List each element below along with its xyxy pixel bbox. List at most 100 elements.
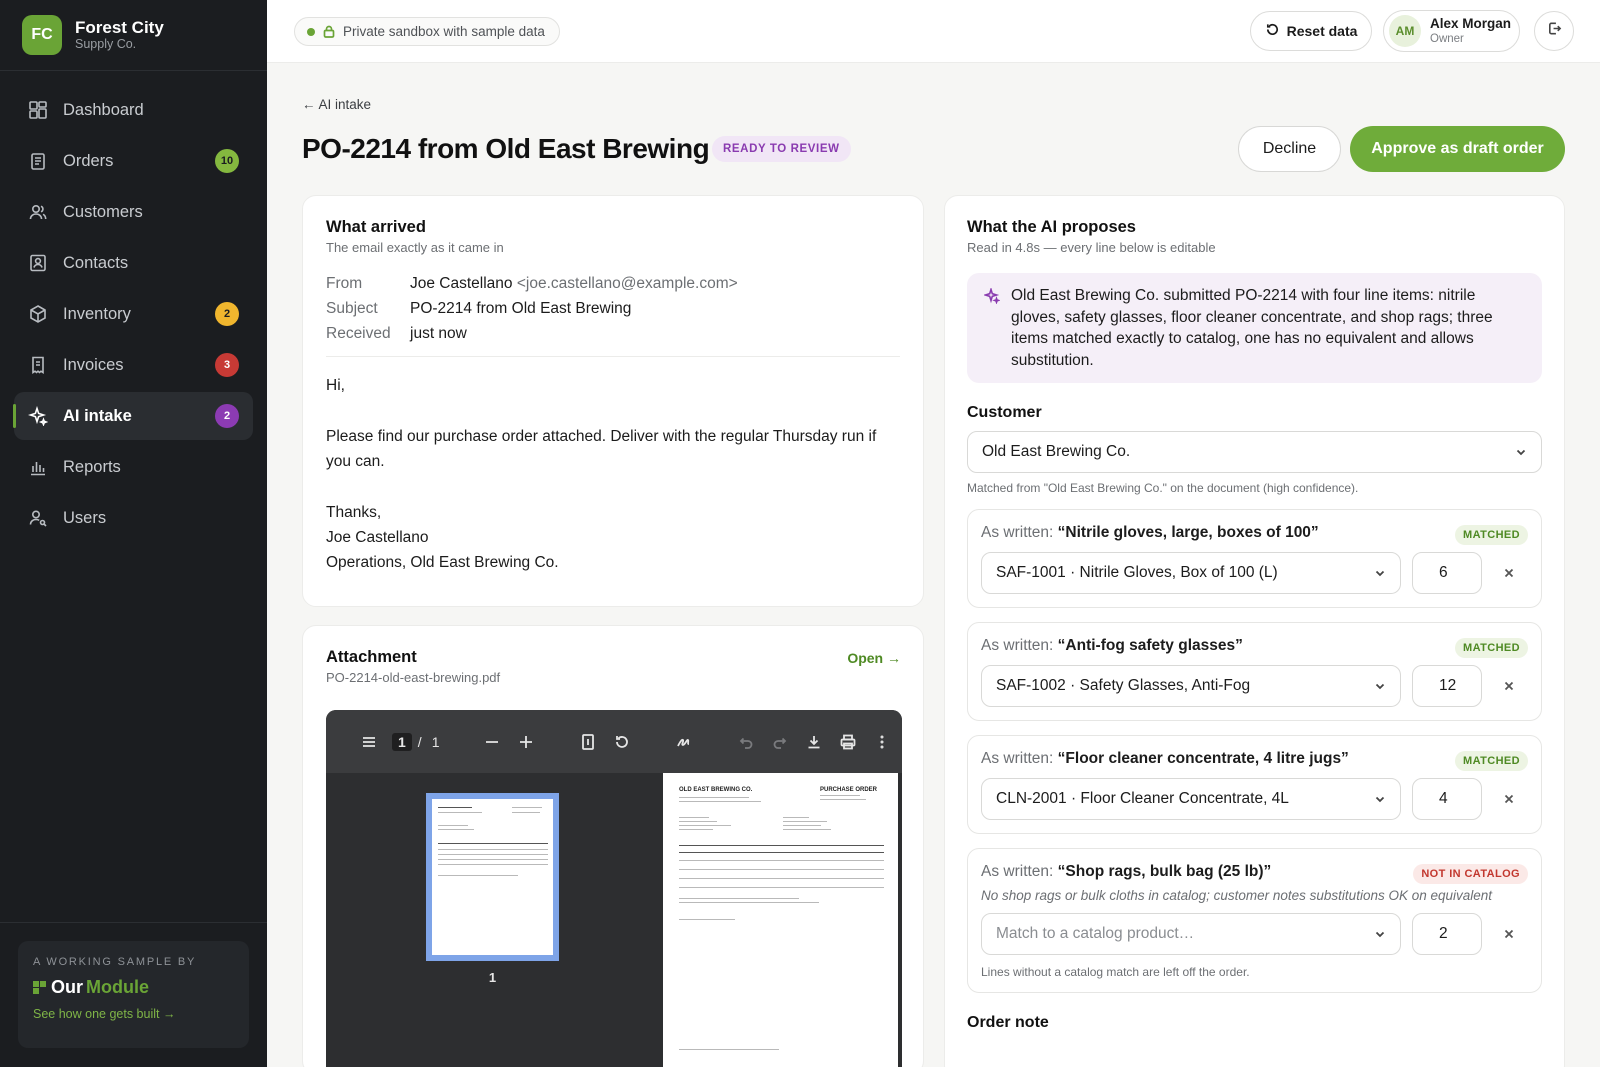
draw-icon[interactable]	[675, 732, 693, 752]
as-written-text: “Nitrile gloves, large, boxes of 100”	[1057, 524, 1319, 541]
doc-text-line	[783, 817, 809, 818]
doc-text-line	[679, 817, 709, 818]
sidebar-item-customers[interactable]: Customers	[14, 188, 253, 236]
product-select-placeholder: Match to a catalog product…	[996, 925, 1195, 942]
doc-company: OLD EAST BREWING CO.	[679, 787, 753, 793]
page-thumbnail[interactable]	[426, 793, 559, 961]
as-written-text: “Anti-fog safety glasses”	[1057, 637, 1243, 654]
quantity-input[interactable]: 12	[1412, 665, 1482, 707]
sparkle-icon	[28, 406, 48, 426]
redo-icon[interactable]	[771, 732, 789, 752]
customer-label: Customer	[967, 404, 1042, 421]
quantity-input[interactable]: 6	[1412, 552, 1482, 594]
sidebar-item-dashboard[interactable]: Dashboard	[14, 86, 253, 134]
sidebar-item-reports[interactable]: Reports	[14, 443, 253, 491]
sidebar-item-ai-intake[interactable]: AI intake 2	[13, 392, 253, 440]
ai-proposal-card: What the AI proposes Read in 4.8s — ever…	[944, 195, 1565, 1067]
quantity-input[interactable]: 2	[1412, 913, 1482, 955]
receipt-icon	[28, 355, 48, 375]
zoom-out-icon[interactable]	[483, 732, 501, 752]
sidebar-item-label: Orders	[63, 151, 114, 170]
thumb-text-line	[438, 812, 482, 813]
from-address: <joe.castellano@example.com>	[516, 275, 738, 292]
doc-table-row	[679, 878, 884, 879]
approve-button[interactable]: Approve as draft order	[1350, 126, 1565, 172]
quantity-input[interactable]: 4	[1412, 778, 1482, 820]
status-badge: READY TO REVIEW	[712, 136, 851, 162]
logout-button[interactable]	[1534, 11, 1574, 51]
line-item-controls: Match to a catalog product… 2	[981, 913, 1528, 955]
decline-button[interactable]: Decline	[1238, 126, 1341, 172]
product-select-value: SAF-1001 · Nitrile Gloves, Box of 100 (L…	[996, 564, 1278, 581]
sidebar-item-label: AI intake	[63, 406, 132, 425]
thumb-text-line	[438, 875, 518, 876]
product-select[interactable]: Match to a catalog product…	[981, 913, 1401, 955]
see-how-link[interactable]: See how one gets built →	[33, 1007, 234, 1021]
thumb-text-line	[512, 807, 542, 808]
match-status-badge: MATCHED	[1455, 525, 1528, 545]
sidebar-toggle-icon[interactable]	[360, 732, 378, 752]
ourmodule-mark-icon	[33, 981, 46, 994]
back-link[interactable]: ← AI intake	[302, 97, 371, 112]
doc-text-line	[679, 919, 735, 920]
product-select-value: SAF-1002 · Safety Glasses, Anti-Fog	[996, 677, 1251, 694]
user-role: Owner	[1430, 33, 1464, 45]
as-written-prefix: As written:	[981, 863, 1054, 880]
product-select[interactable]: CLN-2001 · Floor Cleaner Concentrate, 4L	[981, 778, 1401, 820]
download-icon[interactable]	[805, 732, 823, 752]
sidebar-item-contacts[interactable]: Contacts	[14, 239, 253, 287]
as-written-prefix: As written:	[981, 637, 1054, 654]
open-attachment-link[interactable]: Open →	[847, 650, 901, 666]
doc-text-line	[679, 829, 713, 830]
fit-page-icon[interactable]	[579, 732, 597, 752]
sidebar-item-orders[interactable]: Orders 10	[14, 137, 253, 185]
sandbox-pill: Private sandbox with sample data	[294, 17, 560, 46]
pdf-viewer: 1 / 1 1 OLD EAST BREWING CO. PURCHASE OR…	[326, 710, 902, 1067]
doc-text-line	[679, 898, 799, 899]
undo-icon[interactable]	[737, 732, 755, 752]
sidebar-item-label: Contacts	[63, 253, 129, 272]
thumb-text-line	[512, 812, 540, 813]
line-item-unmatched: As written: “Shop rags, bulk bag (25 lb)…	[967, 848, 1542, 993]
thumb-text-line	[438, 807, 472, 808]
close-icon[interactable]	[1501, 565, 1517, 581]
ai-card-subtitle: Read in 4.8s — every line below is edita…	[967, 240, 1216, 255]
zoom-in-icon[interactable]	[517, 732, 535, 752]
bar-chart-icon	[28, 457, 48, 477]
close-icon[interactable]	[1501, 791, 1517, 807]
ai-summary: Old East Brewing Co. submitted PO-2214 w…	[967, 273, 1542, 383]
sidebar-item-label: Customers	[63, 202, 143, 221]
as-written: As written: “Anti-fog safety glasses”	[981, 637, 1528, 655]
close-icon[interactable]	[1501, 678, 1517, 694]
line-item: As written: “Anti-fog safety glasses” MA…	[967, 622, 1542, 721]
chevron-down-icon	[1374, 928, 1386, 940]
doc-text-line	[783, 825, 821, 826]
sidebar-item-users[interactable]: Users	[14, 494, 253, 542]
lock-icon	[323, 25, 335, 38]
sidebar-footer: A WORKING SAMPLE BY Our Module See how on…	[0, 922, 267, 1067]
user-menu[interactable]: AM Alex Morgan Owner	[1383, 10, 1520, 52]
brand[interactable]: FC Forest City Supply Co.	[0, 0, 267, 71]
thumb-text-line	[438, 829, 474, 830]
sample-kicker: A WORKING SAMPLE BY	[33, 956, 197, 968]
line-item: As written: “Floor cleaner concentrate, …	[967, 735, 1542, 834]
thumbnail-page-number: 1	[488, 970, 497, 985]
from-value: Joe Castellano <joe.castellano@example.c…	[410, 275, 900, 293]
product-select[interactable]: SAF-1002 · Safety Glasses, Anti-Fog	[981, 665, 1401, 707]
sidebar-item-inventory[interactable]: Inventory 2	[14, 290, 253, 338]
reset-data-button[interactable]: Reset data	[1250, 11, 1372, 51]
more-options-icon[interactable]	[873, 732, 891, 752]
print-icon[interactable]	[839, 732, 857, 752]
customer-select[interactable]: Old East Brewing Co.	[967, 431, 1542, 473]
rotate-icon[interactable]	[613, 732, 631, 752]
close-icon[interactable]	[1501, 926, 1517, 942]
box-icon	[28, 304, 48, 324]
page-number-input[interactable]: 1	[392, 732, 412, 751]
logo-text-b: Module	[86, 977, 150, 997]
sidebar-item-invoices[interactable]: Invoices 3	[14, 341, 253, 389]
product-select[interactable]: SAF-1001 · Nitrile Gloves, Box of 100 (L…	[981, 552, 1401, 594]
as-written: As written: “Nitrile gloves, large, boxe…	[981, 524, 1528, 542]
match-status-badge: MATCHED	[1455, 638, 1528, 658]
clipboard-icon	[28, 151, 48, 171]
invoices-count-badge: 3	[215, 353, 239, 377]
